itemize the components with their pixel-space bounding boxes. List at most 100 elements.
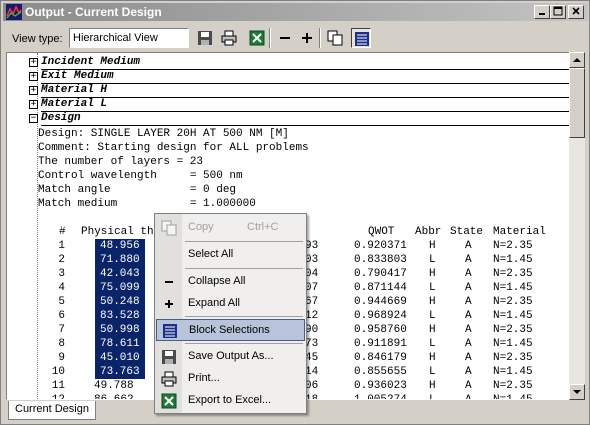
menu-item-save-output[interactable]: Save Output As... [156,346,305,368]
cell-qwot: 0.855655 [354,366,407,378]
menu-item-label: Export to Excel... [188,394,272,406]
scroll-down-button[interactable] [569,384,585,400]
section-exit-medium[interactable]: + Exit Medium [29,70,569,84]
cell-thickness: 48.956 [95,239,145,253]
cell-number: 9 [58,352,65,364]
cell-material: N=2.35 [493,240,533,252]
plus-icon [165,300,173,308]
cell-number: 8 [58,338,65,350]
export-excel-button[interactable] [247,28,267,48]
tab-current-design[interactable]: Current Design [8,401,96,420]
plus-icon [302,33,312,43]
maximize-button[interactable] [550,5,566,19]
print-icon [161,371,177,387]
column-header-material: Material [493,226,546,238]
cell-state: A [465,268,472,280]
cell-qwot: 0.911891 [354,338,407,350]
copy-icon [327,30,343,46]
cell-qwot: 0.936023 [354,380,407,392]
cell-number: 12 [51,394,65,400]
block-selections-button[interactable] [351,28,371,48]
menu-separator [185,268,303,269]
design-line: Comment: Starting design for ALL problem… [38,142,309,154]
cell-abbr: H [429,352,436,364]
menu-item-copy[interactable]: Copy Ctrl+C [156,217,305,239]
cell-thickness: 49.788 [94,380,134,392]
column-header-number: # [59,226,66,238]
cell-thickness: 50.248 [95,295,145,309]
section-material-h[interactable]: + Material H [29,84,569,98]
minus-icon [165,281,173,283]
menu-separator [185,241,303,242]
cell-thickness: 45.010 [95,351,145,365]
section-label: Material H [41,84,108,96]
section-incident-medium[interactable]: + Incident Medium [29,56,569,70]
cell-abbr: L [429,338,436,350]
section-label: Exit Medium [41,70,114,82]
section-material-l[interactable]: + Material L [29,98,569,112]
cell-qwot: 1.005274 [354,394,407,400]
cell-abbr: H [429,380,436,392]
section-divider [41,125,569,126]
menu-item-collapse-all[interactable]: Collapse All [156,271,305,293]
menu-item-label: Block Selections [189,324,270,336]
menu-item-expand-all[interactable]: Expand All [156,293,305,315]
cell-material: N=1.45 [493,310,533,322]
cell-qwot: 0.846179 [354,352,407,364]
cell-state: A [465,296,472,308]
view-type-field[interactable]: Hierarchical View [69,28,189,48]
expand-all-button[interactable] [297,28,317,48]
column-header-thickness: Physical th [81,226,154,238]
cell-thickness: 73.763 [95,365,145,379]
cell-qwot: 0.920371 [354,240,407,252]
cell-thickness: 71.880 [95,253,145,267]
scroll-up-button[interactable] [569,52,585,68]
cell-material: N=1.45 [493,282,533,294]
cell-material: N=1.45 [493,254,533,266]
cell-state: A [465,240,472,252]
expand-icon[interactable]: + [29,100,38,109]
section-design[interactable]: − Design [29,112,569,126]
save-button[interactable] [195,28,215,48]
close-icon [572,7,580,15]
expand-icon[interactable]: + [29,86,38,95]
cell-number: 11 [51,380,65,392]
cell-material: N=2.35 [493,268,533,280]
cell-number: 3 [58,268,65,280]
collapse-icon[interactable]: − [29,114,38,123]
menu-item-export-excel[interactable]: Export to Excel... [156,390,305,412]
copy-button[interactable] [325,28,345,48]
cell-thickness: 75.099 [95,281,145,295]
toolbar: View type: Hierarchical View [3,23,588,51]
cell-thickness: 42.043 [95,267,145,281]
minimize-button[interactable] [534,5,550,19]
expand-icon[interactable]: + [29,72,38,81]
cell-abbr: H [429,324,436,336]
scroll-thumb[interactable] [569,68,585,138]
title-bar[interactable]: Output - Current Design [3,3,588,21]
cell-material: N=1.45 [493,394,533,400]
cell-number: 5 [58,296,65,308]
expand-icon[interactable]: + [29,58,38,67]
menu-separator [185,343,303,344]
cell-thickness: 78.611 [95,337,145,351]
save-icon [198,31,212,45]
print-button[interactable] [219,28,239,48]
print-icon [221,30,237,46]
collapse-all-button[interactable] [275,28,295,48]
minimize-icon [539,13,545,15]
menu-item-block-selections[interactable]: Block Selections [156,319,305,341]
cell-number: 2 [58,254,65,266]
maximize-icon [553,6,563,16]
close-button[interactable] [568,5,584,19]
menu-item-select-all[interactable]: Select All [156,244,305,266]
vertical-scrollbar[interactable] [569,52,585,400]
menu-item-label: Expand All [188,297,240,309]
cell-abbr: H [429,268,436,280]
cell-thickness: 86.662 [94,394,134,400]
cell-material: N=2.35 [493,352,533,364]
view-type-label: View type: [12,33,63,45]
section-label: Design [41,112,81,124]
menu-item-print[interactable]: Print... [156,368,305,390]
cell-number: 10 [51,366,65,378]
